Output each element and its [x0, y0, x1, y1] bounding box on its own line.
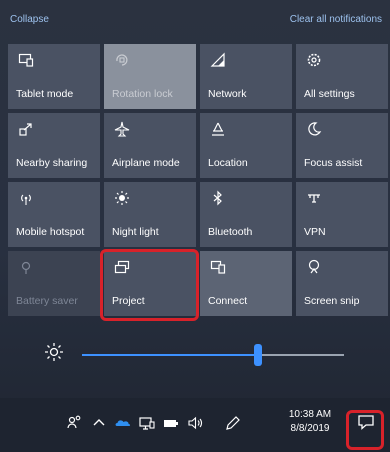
- clear-all-notifications-link[interactable]: Clear all notifications: [290, 14, 382, 25]
- tile-focus-assist[interactable]: Focus assist: [296, 113, 388, 178]
- tile-label: Network: [208, 88, 247, 100]
- tile-label: Location: [208, 157, 248, 169]
- screen-snip-icon: [306, 259, 322, 275]
- tile-vpn[interactable]: VPN: [296, 182, 388, 247]
- tile-label: Rotation lock: [112, 88, 173, 100]
- tile-rotation-lock[interactable]: Rotation lock: [104, 44, 196, 109]
- gear-icon: [306, 52, 322, 68]
- tile-label: Night light: [112, 226, 159, 238]
- project-highlight-box: [100, 249, 199, 321]
- tile-screen-snip[interactable]: Screen snip: [296, 251, 388, 316]
- taskbar-clock[interactable]: 10:38 AM 8/8/2019: [284, 408, 336, 436]
- location-icon: [210, 121, 226, 137]
- tile-label: Connect: [208, 295, 248, 307]
- action-center-highlight-box: [346, 410, 384, 450]
- tile-tablet-mode[interactable]: Tablet mode: [8, 44, 100, 109]
- tile-nearby-sharing[interactable]: Nearby sharing: [8, 113, 100, 178]
- connect-icon: [210, 259, 226, 275]
- network-icon: [210, 52, 226, 68]
- tile-location[interactable]: Location: [200, 113, 292, 178]
- tile-label: Battery saver: [16, 295, 78, 307]
- tile-label: Mobile hotspot: [16, 226, 85, 238]
- brightness-row: [0, 330, 390, 370]
- brightness-slider-fill: [82, 354, 258, 356]
- night-light-icon: [114, 190, 130, 206]
- bluetooth-icon: [210, 190, 226, 206]
- tile-network[interactable]: Network: [200, 44, 292, 109]
- tile-label: Airplane mode: [112, 157, 180, 169]
- onedrive-icon[interactable]: [114, 414, 132, 432]
- tile-bluetooth[interactable]: Bluetooth: [200, 182, 292, 247]
- taskbar: 10:38 AM 8/8/2019: [0, 398, 390, 452]
- tile-label: All settings: [304, 88, 355, 100]
- tile-label: Screen snip: [304, 295, 360, 307]
- tile-airplane-mode[interactable]: Airplane mode: [104, 113, 196, 178]
- battery-saver-icon: [18, 259, 34, 275]
- tile-label: Focus assist: [304, 157, 363, 169]
- tile-label: Nearby sharing: [16, 157, 88, 169]
- tablet-mode-icon: [18, 52, 34, 68]
- vpn-icon: [306, 190, 322, 206]
- nearby-sharing-icon: [18, 121, 34, 137]
- sun-icon: [44, 342, 64, 362]
- pen-icon[interactable]: [224, 414, 242, 432]
- display-icon[interactable]: [138, 414, 156, 432]
- tile-label: Tablet mode: [16, 88, 74, 100]
- collapse-link[interactable]: Collapse: [10, 14, 49, 25]
- airplane-icon: [114, 121, 130, 137]
- clock-date: 8/8/2019: [290, 423, 330, 434]
- volume-icon[interactable]: [186, 414, 204, 432]
- tile-label: VPN: [304, 226, 326, 238]
- tile-label: Bluetooth: [208, 226, 253, 238]
- tile-mobile-hotspot[interactable]: Mobile hotspot: [8, 182, 100, 247]
- moon-icon: [306, 121, 322, 137]
- tile-battery-saver[interactable]: Battery saver: [8, 251, 100, 316]
- people-icon[interactable]: [66, 414, 84, 432]
- rotation-lock-icon: [114, 52, 130, 68]
- tile-connect[interactable]: Connect: [200, 251, 292, 316]
- action-center-panel: Collapse Clear all notifications Tablet …: [0, 0, 390, 452]
- tile-all-settings[interactable]: All settings: [296, 44, 388, 109]
- battery-icon[interactable]: [162, 414, 180, 432]
- chevron-up-icon[interactable]: [90, 414, 108, 432]
- hotspot-icon: [18, 190, 34, 206]
- brightness-slider-thumb[interactable]: [253, 344, 262, 366]
- brightness-slider[interactable]: [82, 344, 344, 366]
- clock-time: 10:38 AM: [288, 409, 332, 420]
- tile-night-light[interactable]: Night light: [104, 182, 196, 247]
